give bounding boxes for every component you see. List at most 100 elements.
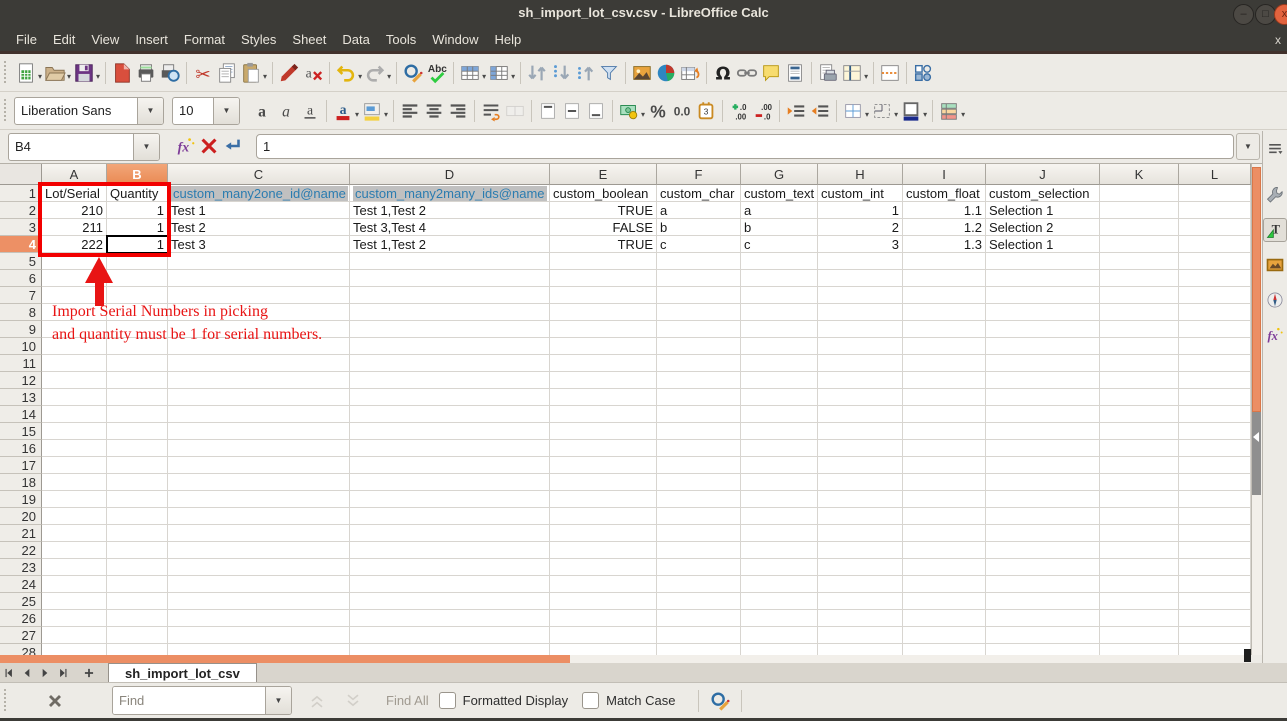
menu-window[interactable]: Window (424, 30, 486, 49)
find-input[interactable] (113, 687, 265, 714)
font-size-combo[interactable]: 10 ▼ (172, 96, 240, 125)
insert-column-dropdown-icon[interactable]: ▾ (511, 72, 515, 81)
cell-E10[interactable] (550, 338, 657, 355)
cell-F5[interactable] (657, 253, 741, 270)
cell-H28[interactable] (818, 644, 903, 655)
cell-A18[interactable] (42, 474, 107, 491)
column-header-L[interactable]: L (1179, 164, 1251, 185)
cell-G14[interactable] (741, 406, 818, 423)
cell-C27[interactable] (168, 627, 350, 644)
highlighting-color-dropdown-icon[interactable]: ▾ (384, 110, 388, 119)
toolbar-grip[interactable] (3, 98, 10, 123)
cell-E22[interactable] (550, 542, 657, 559)
cell-G26[interactable] (741, 610, 818, 627)
cell-I2[interactable]: 1.1 (903, 202, 986, 219)
cell-L26[interactable] (1179, 610, 1251, 627)
cell-C2[interactable]: Test 1 (168, 202, 350, 219)
cell-L1[interactable] (1179, 185, 1251, 202)
undo-dropdown-icon[interactable]: ▾ (358, 72, 362, 81)
maximize-button[interactable]: □ (1255, 4, 1276, 25)
font-color-dropdown-icon[interactable]: ▾ (355, 110, 359, 119)
cell-J15[interactable] (986, 423, 1100, 440)
font-name-combo[interactable]: Liberation Sans ▼ (14, 96, 164, 125)
cell-B24[interactable] (107, 576, 168, 593)
row-header-17[interactable]: 17 (0, 457, 42, 474)
cell-H4[interactable]: 3 (818, 236, 903, 253)
next-sheet-button[interactable] (36, 664, 54, 682)
cell-A21[interactable] (42, 525, 107, 542)
cell-J1[interactable]: custom_selection (986, 185, 1100, 202)
menu-data[interactable]: Data (334, 30, 377, 49)
cell-I6[interactable] (903, 270, 986, 287)
cell-E5[interactable] (550, 253, 657, 270)
cell-E23[interactable] (550, 559, 657, 576)
undo-button[interactable] (334, 59, 358, 87)
cell-G13[interactable] (741, 389, 818, 406)
save-button[interactable] (72, 59, 96, 87)
cell-C4[interactable]: Test 3 (168, 236, 350, 253)
cell-F4[interactable]: c (657, 236, 741, 253)
cell-G1[interactable]: custom_text (741, 185, 818, 202)
cell-F9[interactable] (657, 321, 741, 338)
column-header-G[interactable]: G (741, 164, 818, 185)
menu-sheet[interactable]: Sheet (284, 30, 334, 49)
cell-E15[interactable] (550, 423, 657, 440)
cell-I9[interactable] (903, 321, 986, 338)
cell-D18[interactable] (350, 474, 550, 491)
cell-E18[interactable] (550, 474, 657, 491)
cell-D5[interactable] (350, 253, 550, 270)
cell-C26[interactable] (168, 610, 350, 627)
conditional-formatting-dropdown-icon[interactable]: ▾ (961, 110, 965, 119)
menu-format[interactable]: Format (176, 30, 233, 49)
cell-C14[interactable] (168, 406, 350, 423)
cell-B5[interactable] (107, 253, 168, 270)
print-preview-button[interactable] (158, 59, 182, 87)
cell-B25[interactable] (107, 593, 168, 610)
cell-I10[interactable] (903, 338, 986, 355)
add-decimal-button[interactable]: .0.00 (727, 97, 751, 125)
cell-J12[interactable] (986, 372, 1100, 389)
cell-K7[interactable] (1100, 287, 1179, 304)
row-header-12[interactable]: 12 (0, 372, 42, 389)
expand-formula-bar-icon[interactable]: ▼ (1236, 133, 1260, 160)
sheet-tab-active[interactable]: sh_import_lot_csv (108, 663, 257, 682)
center-vertically-button[interactable] (560, 97, 584, 125)
cell-J27[interactable] (986, 627, 1100, 644)
headers-footers-button[interactable] (783, 59, 807, 87)
date-format-button[interactable]: 3 (694, 97, 718, 125)
cell-H8[interactable] (818, 304, 903, 321)
match-case-checkbox[interactable] (582, 692, 600, 709)
cell-A25[interactable] (42, 593, 107, 610)
cell-H14[interactable] (818, 406, 903, 423)
cell-G6[interactable] (741, 270, 818, 287)
cell-K23[interactable] (1100, 559, 1179, 576)
insert-comment-button[interactable] (759, 59, 783, 87)
cell-J19[interactable] (986, 491, 1100, 508)
find-previous-button[interactable] (304, 688, 330, 714)
cell-B23[interactable] (107, 559, 168, 576)
cell-K12[interactable] (1100, 372, 1179, 389)
currency-button[interactable] (617, 97, 641, 125)
cell-J13[interactable] (986, 389, 1100, 406)
close-document-icon[interactable]: x (1271, 32, 1285, 48)
cell-B20[interactable] (107, 508, 168, 525)
sidebar-properties-button[interactable] (1263, 183, 1287, 207)
cell-L13[interactable] (1179, 389, 1251, 406)
cell-H9[interactable] (818, 321, 903, 338)
cell-C18[interactable] (168, 474, 350, 491)
cell-F17[interactable] (657, 457, 741, 474)
cell-E11[interactable] (550, 355, 657, 372)
row-header-2[interactable]: 2 (0, 202, 42, 219)
sidebar-functions-button[interactable]: fx (1263, 323, 1287, 347)
find-all-button[interactable]: Find All (386, 693, 429, 708)
cell-D8[interactable] (350, 304, 550, 321)
autofilter-button[interactable] (597, 59, 621, 87)
wrap-text-button[interactable] (479, 97, 503, 125)
cell-B6[interactable] (107, 270, 168, 287)
insert-chart-button[interactable] (654, 59, 678, 87)
cell-I13[interactable] (903, 389, 986, 406)
cell-L12[interactable] (1179, 372, 1251, 389)
cell-C15[interactable] (168, 423, 350, 440)
cell-B27[interactable] (107, 627, 168, 644)
cell-H22[interactable] (818, 542, 903, 559)
